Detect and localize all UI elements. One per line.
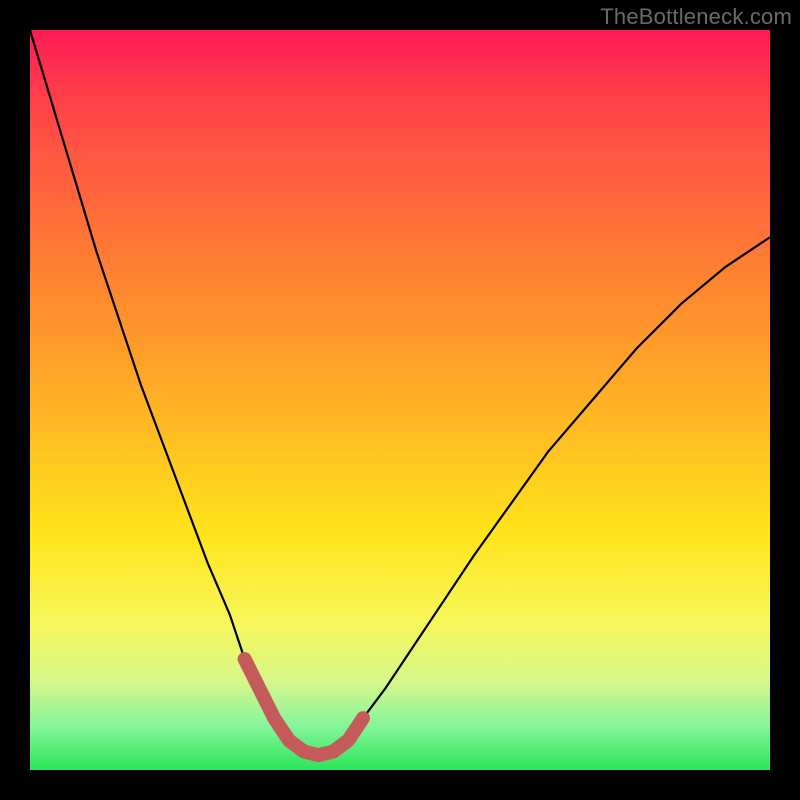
- optimal-marker: [245, 659, 363, 755]
- chart-svg: [30, 30, 770, 770]
- plot-area: [30, 30, 770, 770]
- bottleneck-curve: [30, 30, 770, 755]
- chart-frame: TheBottleneck.com: [0, 0, 800, 800]
- watermark-text: TheBottleneck.com: [600, 4, 792, 30]
